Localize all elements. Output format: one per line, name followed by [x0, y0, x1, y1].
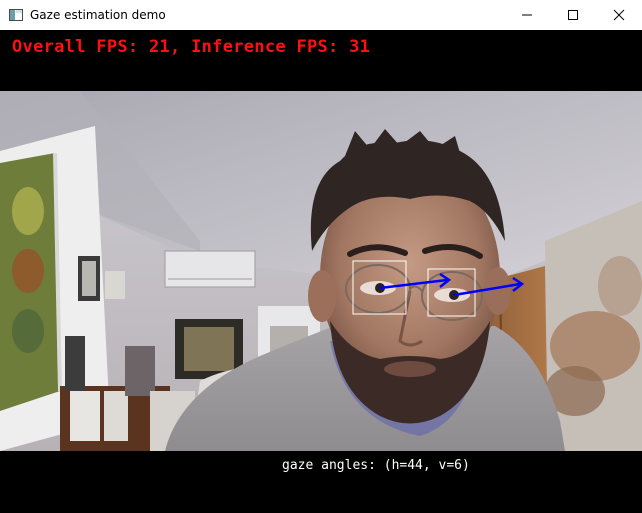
- fps-readout: Overall FPS: 21, Inference FPS: 31: [12, 37, 371, 57]
- camera-frame: [0, 91, 642, 451]
- gaze-angles-readout: gaze angles: (h=44, v=6): [282, 458, 470, 473]
- close-button[interactable]: [596, 0, 642, 30]
- close-icon: [613, 9, 625, 21]
- air-conditioner: [164, 250, 256, 288]
- bottom-band: gaze angles: (h=44, v=6): [0, 451, 642, 513]
- title-bar[interactable]: Gaze estimation demo: [0, 0, 642, 30]
- maximize-icon: [568, 10, 578, 20]
- top-band: Overall FPS: 21, Inference FPS: 31: [0, 30, 642, 91]
- app-icon: [9, 9, 23, 21]
- window-controls: [504, 0, 642, 30]
- minimize-button[interactable]: [504, 0, 550, 30]
- app-window: Gaze estimation demo Overall FPS: 21, In…: [0, 0, 642, 513]
- video-canvas: Overall FPS: 21, Inference FPS: 31 gaze …: [0, 30, 642, 513]
- maximize-button[interactable]: [550, 0, 596, 30]
- minimize-icon: [522, 14, 532, 16]
- window-title: Gaze estimation demo: [30, 8, 166, 22]
